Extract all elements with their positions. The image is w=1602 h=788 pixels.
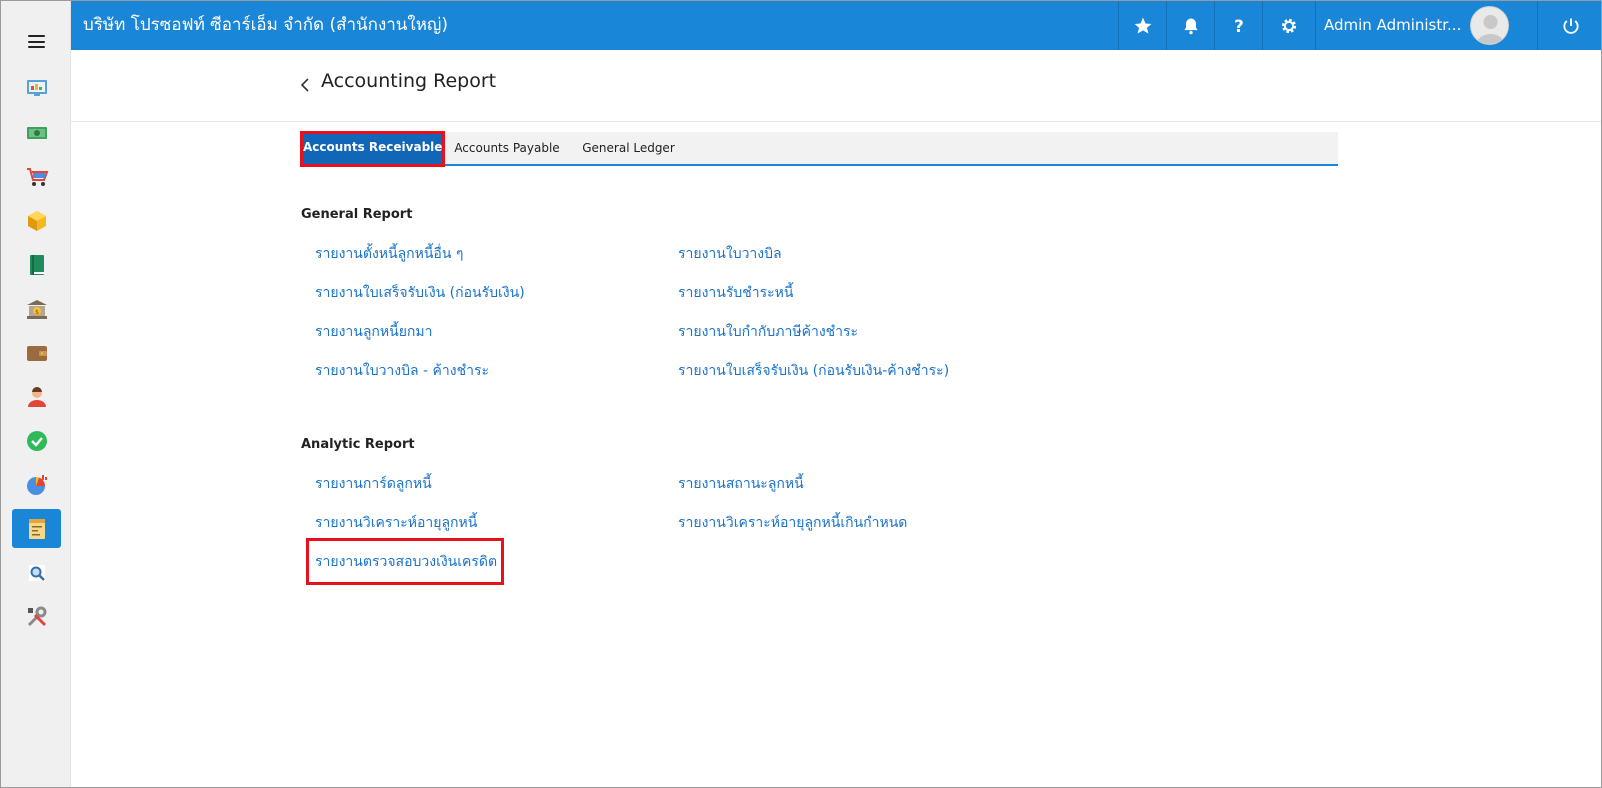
bank-icon[interactable]: $ (12, 289, 61, 328)
report-icon[interactable] (12, 509, 61, 548)
settings-button[interactable] (1262, 1, 1315, 50)
report-link[interactable]: รายงานใบเสร็จรับเงิน (ก่อนรับเงิน) (315, 282, 525, 304)
report-link[interactable]: รายงานใบเสร็จรับเงิน (ก่อนรับเงิน-ค้างชำ… (678, 360, 949, 382)
report-link[interactable]: รายงานใบกำกับภาษีค้างชำระ (678, 321, 858, 343)
person-icon[interactable] (12, 377, 61, 416)
report-link[interactable]: รายงานสถานะลูกหนี้ (678, 473, 804, 495)
company-name: บริษัท โปรซอฟท์ ซีอาร์เอ็ม จำกัด (สำนักง… (83, 15, 449, 35)
report-link[interactable]: รายงานการ์ดลูกหนี้ (315, 473, 432, 495)
general-report-title: General Report (301, 207, 413, 222)
sidebar: $ (1, 1, 71, 787)
menu-icon[interactable] (28, 35, 45, 48)
page-title: Accounting Report (321, 70, 497, 92)
wallet-icon[interactable] (12, 333, 61, 372)
box-icon[interactable] (12, 201, 61, 240)
pie-chart-icon[interactable] (12, 465, 61, 504)
report-link[interactable]: รายงานใบวางบิล - ค้างชำระ (315, 360, 489, 382)
back-button[interactable] (298, 75, 312, 95)
report-tabs: Accounts Receivable Accounts Payable Gen… (300, 131, 1338, 167)
tools-icon[interactable] (12, 597, 61, 636)
report-link[interactable]: รายงานตั้งหนี้ลูกหนี้อื่น ๆ (315, 243, 463, 265)
report-link[interactable]: รายงานรับชำระหนี้ (678, 282, 793, 304)
favorites-button[interactable] (1118, 1, 1166, 50)
report-link[interactable]: รายงานวิเคราะห์อายุลูกหนี้เกินกำหนด (678, 512, 907, 534)
help-button[interactable]: ? (1214, 1, 1262, 50)
chevron-left-icon (300, 78, 309, 92)
svg-text:$: $ (35, 309, 39, 316)
gear-icon (1281, 18, 1297, 33)
notifications-button[interactable] (1166, 1, 1214, 50)
tab-general-ledger[interactable]: General Ledger (571, 132, 686, 164)
top-bar: บริษัท โปรซอฟท์ ซีอาร์เอ็ม จำกัด (สำนักง… (71, 1, 1601, 50)
avatar[interactable] (1470, 6, 1509, 45)
tab-accounts-receivable[interactable]: Accounts Receivable (300, 131, 445, 167)
highlight-box (306, 538, 504, 585)
bell-icon (1183, 18, 1198, 34)
question-icon: ? (1234, 16, 1244, 35)
money-icon[interactable] (12, 113, 61, 152)
book-icon[interactable] (12, 245, 61, 284)
star-icon (1134, 17, 1151, 33)
user-name: Admin Administr... (1324, 16, 1462, 34)
report-link[interactable]: รายงานใบวางบิล (678, 243, 782, 265)
page-header: Accounting Report (71, 50, 1601, 122)
dashboard-icon[interactable] (12, 68, 61, 107)
app-window: $ บริษัท โปรซอฟท์ ซีอาร์เอ็ม จำกัด (สำนั… (0, 0, 1602, 788)
cart-icon[interactable] (12, 157, 61, 196)
search-icon[interactable] (12, 553, 61, 592)
tab-accounts-payable[interactable]: Accounts Payable (446, 132, 568, 164)
logout-button[interactable] (1537, 1, 1601, 50)
power-icon (1562, 18, 1579, 34)
svg-text:?: ? (1234, 16, 1244, 35)
approve-icon[interactable] (12, 421, 61, 460)
report-link[interactable]: รายงานลูกหนี้ยกมา (315, 321, 432, 343)
analytic-report-title: Analytic Report (301, 437, 415, 452)
report-link[interactable]: รายงานวิเคราะห์อายุลูกหนี้ (315, 512, 477, 534)
user-menu[interactable]: Admin Administr... (1315, 1, 1537, 50)
